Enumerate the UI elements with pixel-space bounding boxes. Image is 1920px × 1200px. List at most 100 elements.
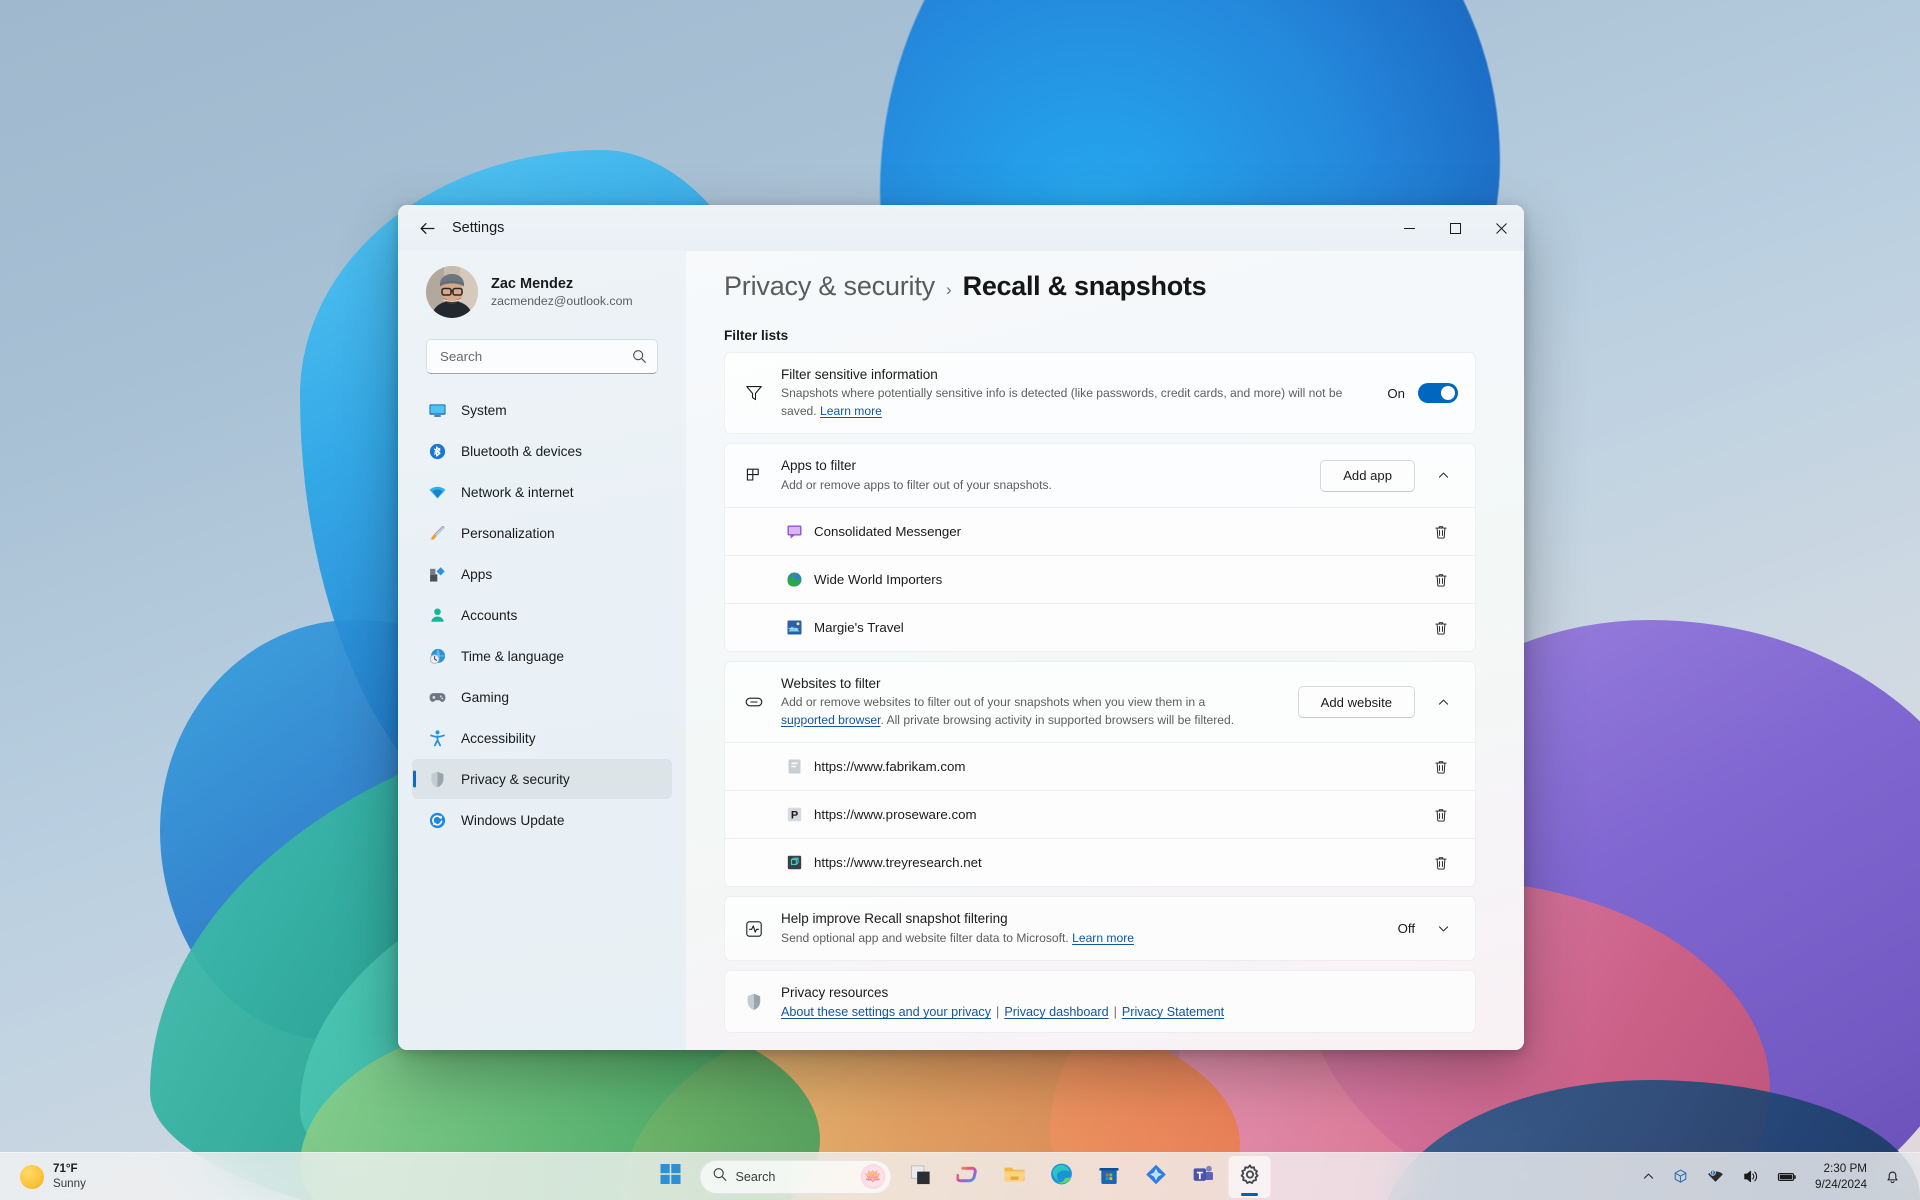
delete-button[interactable] [1425,799,1456,830]
taskbar-search[interactable]: Search 🪷 [699,1159,892,1194]
sidebar-item-label: Apps [461,566,493,582]
teams-button[interactable] [1182,1156,1224,1198]
list-item[interactable]: Margie's Travel [725,603,1475,652]
sidebar: Zac Mendez zacmendez@outlook.com Search … [398,251,686,1050]
add-app-button[interactable]: Add app [1320,459,1415,492]
privacy-dashboard-link[interactable]: Privacy dashboard [1004,1005,1108,1019]
sun-icon [20,1164,44,1189]
sidebar-item-personalization[interactable]: Personalization [412,513,672,553]
brush-icon [428,524,447,543]
list-item[interactable]: https://www.treyresearch.net [725,838,1475,887]
toggle-state-label: On [1387,385,1405,401]
list-item[interactable]: Consolidated Messenger [725,507,1475,556]
learn-more-link[interactable]: Learn more [1072,931,1134,945]
clock[interactable]: 2:30 PM 9/24/2024 [1807,1158,1875,1196]
delete-button[interactable] [1425,751,1456,782]
minimize-button[interactable] [1386,205,1432,251]
person-icon [428,606,447,625]
window-body: Zac Mendez zacmendez@outlook.com Search … [398,251,1524,1050]
travel-app-icon [786,619,803,636]
battery-icon[interactable] [1769,1159,1805,1195]
settings-window: Settings Zac Mendez zacmendez@outlook.co… [398,205,1524,1050]
card-description: Snapshots where potentially sensitive in… [781,385,1371,420]
designer-button[interactable] [1135,1156,1177,1198]
weather-condition: Sunny [53,1176,86,1190]
sidebar-item-gaming[interactable]: Gaming [412,677,672,717]
taskbar: 71°F Sunny Search 🪷 2:30 PM 9/24/2024 [0,1152,1920,1200]
delete-button[interactable] [1425,564,1456,595]
about-privacy-link[interactable]: About these settings and your privacy [781,1005,991,1019]
desktop: Settings Zac Mendez zacmendez@outlook.co… [0,0,1920,1200]
collapse-chevron-icon[interactable] [1428,461,1458,491]
profile-name: Zac Mendez [491,275,574,292]
list-item-label: Consolidated Messenger [814,524,962,540]
sidebar-nav: System Bluetooth & devices Network & int… [412,390,672,840]
edge-button[interactable] [1041,1156,1083,1198]
search-icon [713,1167,728,1187]
list-item[interactable]: Wide World Importers [725,555,1475,604]
notifications-button[interactable] [1877,1159,1908,1195]
back-button[interactable] [410,213,444,243]
user-profile[interactable]: Zac Mendez zacmendez@outlook.com [412,251,672,325]
delete-button[interactable] [1425,612,1456,643]
show-hidden-icons-button[interactable] [1635,1159,1662,1195]
sidebar-item-apps[interactable]: Apps [412,554,672,594]
delete-button[interactable] [1425,516,1456,547]
search-input[interactable] [440,349,632,364]
network-icon[interactable] [1699,1159,1732,1195]
filter-sensitive-toggle[interactable] [1418,383,1458,404]
toggle-knob [1441,386,1455,401]
sidebar-item-system[interactable]: System [412,390,672,430]
file-explorer-button[interactable] [994,1156,1036,1198]
proseware-favicon: P [786,806,803,823]
update-icon [428,811,447,830]
grid-icon [743,466,765,486]
weather-widget[interactable]: 71°F Sunny [4,1157,98,1197]
collapse-chevron-icon[interactable] [1428,687,1458,717]
globe-app-icon [786,571,803,588]
sidebar-item-time-language[interactable]: Time & language [412,636,672,676]
maximize-button[interactable] [1432,205,1478,251]
sidebar-item-windows-update[interactable]: Windows Update [412,800,672,840]
sidebar-item-label: Network & internet [461,484,574,500]
sidebar-item-accounts[interactable]: Accounts [412,595,672,635]
start-button[interactable] [650,1156,692,1198]
card-description: Add or remove websites to filter out of … [781,694,1282,729]
funnel-icon [743,383,765,403]
card-title: Privacy resources [781,985,889,1001]
add-website-button[interactable]: Add website [1297,686,1415,719]
card-help-improve-recall[interactable]: Help improve Recall snapshot filtering S… [724,896,1476,962]
sidebar-item-bluetooth-devices[interactable]: Bluetooth & devices [412,431,672,471]
delete-button[interactable] [1425,847,1456,878]
microsoft-store-button[interactable] [1088,1156,1130,1198]
gamepad-icon [428,688,447,707]
list-item[interactable]: https://www.fabrikam.com [725,742,1475,791]
close-button[interactable] [1478,205,1524,251]
settings-button[interactable] [1228,1155,1271,1198]
card-description-text-part1: Add or remove websites to filter out of … [781,695,1206,710]
list-item-label: https://www.proseware.com [814,807,977,823]
volume-icon[interactable] [1734,1159,1767,1195]
designer-icon [1144,1163,1167,1191]
sidebar-item-network-internet[interactable]: Network & internet [412,472,672,512]
search-box[interactable] [426,339,658,374]
privacy-statement-link[interactable]: Privacy Statement [1122,1005,1224,1019]
sidebar-item-label: System [461,402,507,418]
expand-chevron-icon[interactable] [1428,914,1458,944]
copilot-button[interactable] [947,1156,989,1198]
list-item[interactable]: P https://www.proseware.com [725,790,1475,839]
onedrive-icon[interactable] [1664,1159,1697,1195]
card-title: Filter sensitive information [781,367,938,382]
teams-icon [1191,1163,1214,1191]
supported-browser-link[interactable]: supported browser [781,713,881,727]
search-icon [632,349,647,364]
sidebar-item-privacy-security[interactable]: Privacy & security [412,759,672,799]
learn-more-link[interactable]: Learn more [820,404,882,418]
task-view-button[interactable] [900,1156,942,1198]
store-icon [1097,1163,1120,1191]
sidebar-item-label: Personalization [461,525,555,541]
breadcrumb-parent[interactable]: Privacy & security [724,271,935,302]
sidebar-item-accessibility[interactable]: Accessibility [412,718,672,758]
list-item-label: https://www.treyresearch.net [814,855,982,871]
sidebar-item-label: Bluetooth & devices [461,443,582,459]
